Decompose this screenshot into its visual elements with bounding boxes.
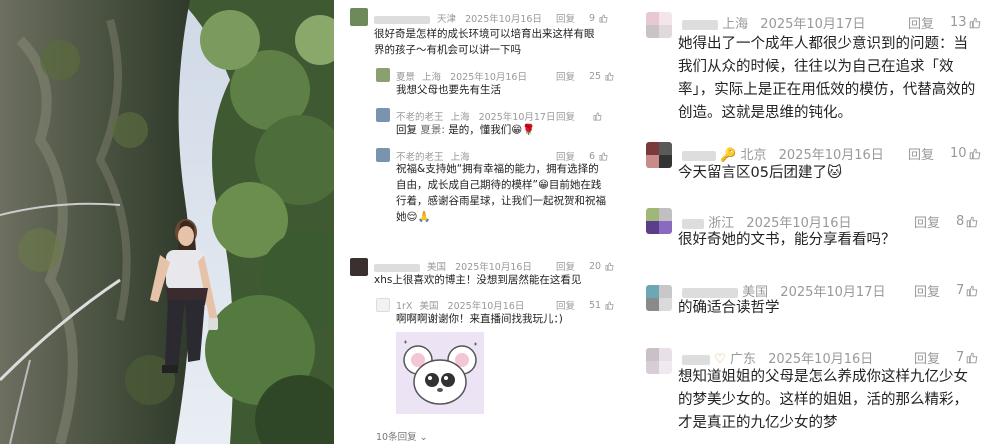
comment-actions: 回复 — [556, 109, 602, 123]
comment-meta: ♡ 广东 2025年10月16日 — [682, 348, 873, 367]
reply-button[interactable]: 回复 — [556, 11, 575, 25]
date: 2025年10月16日 — [778, 148, 884, 163]
reply-button[interactable]: 回复 — [556, 69, 575, 83]
comment-actions: 回复 7 — [914, 348, 978, 367]
comment-text: 我想父母也要先有生活 — [396, 84, 501, 96]
comment-text: 的确适合读哲学 — [678, 300, 780, 316]
like-count: 7 — [956, 283, 965, 298]
sticker-image[interactable] — [396, 332, 484, 414]
comment-text: 想知道姐姐的父母是怎么养成你这样九亿少女的梦美少女的。这样的姐姐，活的那么精彩，… — [678, 369, 968, 431]
comment-text: xhs上很喜欢的博主！没想到居然能在这看见 — [374, 274, 582, 286]
comment-meta: 夏景 上海 2025年10月16日 — [396, 69, 527, 83]
comment-text: 她得出了一个成年人都很少意识到的问题：当我们从众的时候，往往以为自己在追求「效率… — [678, 36, 976, 121]
like-count: 51 — [589, 299, 602, 311]
climbing-photo — [0, 0, 334, 444]
comment-actions: 回复 10 — [908, 144, 981, 163]
comment-actions: 回复 20 — [556, 259, 614, 273]
like-count: 8 — [956, 214, 965, 229]
username-blurred — [374, 15, 430, 24]
avatar[interactable] — [350, 8, 368, 26]
reply-button[interactable]: 回复 — [908, 144, 934, 163]
username-blurred — [682, 150, 716, 161]
like-count: 6 — [589, 150, 596, 162]
date: 2025年10月16日 — [768, 352, 874, 367]
comment-meta: 1rX 美国 2025年10月16日 — [396, 298, 524, 312]
username-blurred — [682, 19, 718, 30]
comment-actions: 回复 51 — [556, 298, 614, 312]
date: 2025年10月16日 — [465, 14, 542, 25]
reply-button[interactable]: 回复 — [908, 13, 934, 32]
username-blurred — [374, 263, 420, 272]
like-count: 10 — [950, 146, 967, 161]
comment-actions: 回复 9 — [556, 11, 608, 25]
location: 广东 — [729, 352, 756, 367]
quoted-user[interactable]: 夏景: — [420, 124, 445, 136]
username-blurred — [682, 218, 704, 229]
comment-meta: 美国 2025年10月16日 — [374, 259, 532, 273]
username-blurred — [682, 287, 738, 298]
like-count: 13 — [950, 15, 967, 30]
comment-actions: 回复 13 — [908, 13, 981, 32]
avatar[interactable] — [646, 208, 672, 234]
like-count: 25 — [589, 70, 602, 82]
reply-button[interactable]: 回复 — [914, 348, 940, 367]
reply-text: 是的，懂我们😁🌹 — [444, 124, 536, 136]
thumbs-up-icon[interactable] — [966, 216, 978, 228]
comment-text: 很好奇她的文书，能分享看看吗？ — [678, 232, 896, 248]
thumbs-up-icon[interactable] — [969, 148, 981, 160]
comment-meta: 天津 2025年10月16日 — [374, 11, 542, 25]
reply-button[interactable]: 回复 — [556, 259, 575, 273]
like-count: 7 — [956, 350, 965, 365]
avatar[interactable] — [646, 12, 672, 38]
comment-meta: 🔑 北京 2025年10月16日 — [682, 144, 884, 163]
avatar[interactable] — [646, 285, 672, 311]
avatar[interactable] — [376, 68, 390, 82]
thumbs-up-icon[interactable] — [966, 285, 978, 297]
comment-text: 啊啊啊谢谢你！来直播间找我玩儿：) — [396, 313, 563, 325]
more-replies-button[interactable]: 10条回复 ⌄ — [376, 429, 428, 443]
comment-text: 很好奇是怎样的成长环境可以培育出来这样有眼界的孩子～有机会可以讲一下吗 — [374, 28, 595, 56]
avatar[interactable] — [376, 148, 390, 162]
key-icon: 🔑 — [720, 148, 737, 163]
avatar[interactable] — [646, 348, 672, 374]
username-blurred — [682, 354, 710, 365]
chevron-down-icon: ⌄ — [419, 432, 428, 443]
thumbs-up-icon[interactable] — [605, 72, 614, 81]
comment-text: 回复 夏景: 是的，懂我们😁🌹 — [396, 122, 606, 138]
heart-icon: ♡ — [714, 352, 726, 367]
thumbs-up-icon[interactable] — [605, 262, 614, 271]
location: 北京 — [740, 148, 767, 163]
more-replies-label: 10条回复 — [376, 432, 417, 443]
like-count: 20 — [589, 260, 602, 272]
thumbs-up-icon[interactable] — [969, 17, 981, 29]
like-count: 9 — [589, 12, 596, 24]
comment-text: 祝福&支持她“拥有幸福的能力，拥有选择的自由，成长成自己期待的模样”😁目前她在践… — [396, 163, 606, 223]
reply-button[interactable]: 回复 — [556, 298, 575, 312]
avatar[interactable] — [376, 108, 390, 122]
comment-panel-middle: 天津 2025年10月16日 回复 9 很好奇是怎样的成长环境可以培育出来这样有… — [334, 0, 626, 444]
thumbs-up-icon[interactable] — [605, 301, 614, 310]
thumbs-up-icon[interactable] — [599, 152, 608, 161]
avatar[interactable] — [376, 298, 390, 312]
thumbs-up-icon[interactable] — [599, 14, 608, 23]
location: 上海 — [722, 17, 749, 32]
comment-text: 今天留言区05后团建了🐱 — [678, 165, 843, 181]
avatar[interactable] — [350, 258, 368, 276]
reply-button[interactable]: 回复 — [556, 109, 575, 123]
location: 天津 — [437, 14, 457, 25]
comment-meta: 不老的老王 上海 2025年10月17日 — [396, 109, 555, 123]
thumbs-up-icon[interactable] — [966, 352, 978, 364]
thumbs-up-icon[interactable] — [593, 112, 602, 121]
comment-actions: 回复 25 — [556, 69, 614, 83]
reply-prefix: 回复 — [396, 124, 421, 136]
comment-meta: 上海 2025年10月17日 — [682, 13, 865, 32]
date: 2025年10月17日 — [760, 17, 866, 32]
comment-panel-right: 上海 2025年10月17日 回复 13 她得出了一个成年人都很少意识到的问题：… — [626, 0, 1000, 444]
avatar[interactable] — [646, 142, 672, 168]
